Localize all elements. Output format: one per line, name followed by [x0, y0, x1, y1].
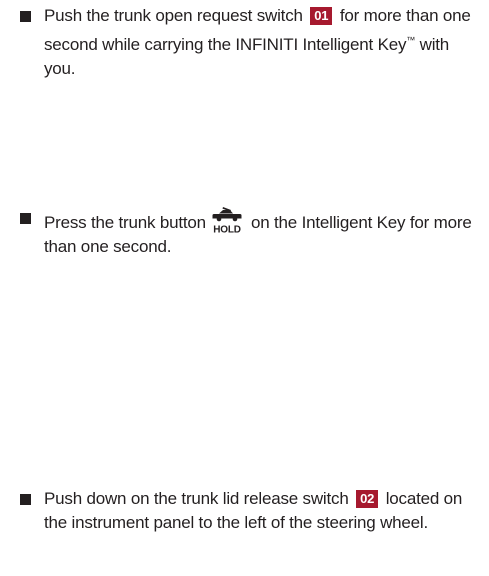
- instruction-text-1: Push the trunk open request switch 01 fo…: [44, 4, 475, 81]
- instruction-text-3: Push down on the trunk lid release switc…: [44, 487, 475, 535]
- bullet-square: [20, 213, 31, 224]
- instruction-item-1: Push the trunk open request switch 01 fo…: [20, 4, 475, 81]
- trademark-symbol: ™: [406, 35, 416, 45]
- instruction-item-2: Press the trunk button HOLD on the Intel…: [20, 206, 475, 259]
- trunk-hold-icon: HOLD: [212, 206, 242, 236]
- bullet-square: [20, 11, 31, 22]
- bullet-square: [20, 494, 31, 505]
- instruction-2-text-start: Press the trunk button: [44, 213, 211, 232]
- instruction-1-text-start: Push the trunk open request switch: [44, 6, 308, 25]
- callout-badge-01: 01: [310, 7, 333, 25]
- hold-label: HOLD: [214, 225, 242, 235]
- callout-badge-02: 02: [356, 490, 379, 508]
- instruction-item-3: Push down on the trunk lid release switc…: [20, 487, 475, 535]
- instruction-text-2: Press the trunk button HOLD on the Intel…: [44, 206, 475, 259]
- instruction-3-text-start: Push down on the trunk lid release switc…: [44, 489, 354, 508]
